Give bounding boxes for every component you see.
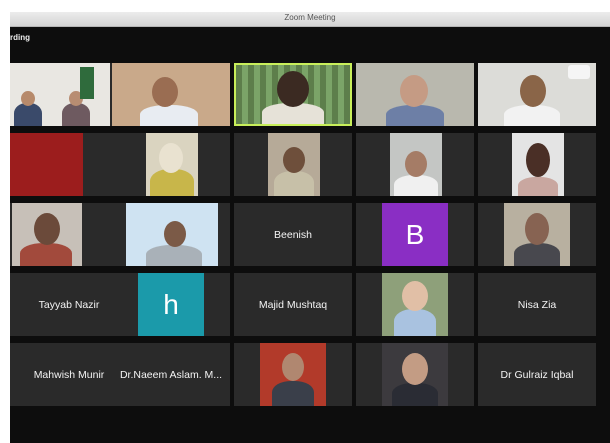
zoom-window: Zoom Meeting rding Beenish B Tayyab Nazi… xyxy=(10,12,610,443)
video-tile-11[interactable] xyxy=(10,203,128,266)
video-tile-8[interactable] xyxy=(234,133,352,196)
participant-video xyxy=(512,133,564,196)
video-tile-7[interactable] xyxy=(112,133,230,196)
participant-video xyxy=(126,203,218,266)
participant-video xyxy=(10,63,110,126)
video-tile-24[interactable] xyxy=(356,343,474,406)
name-tile-beenish[interactable]: Beenish xyxy=(234,203,352,266)
name-tile-tayyab-nazir[interactable]: Tayyab Nazir xyxy=(10,273,128,336)
participant-video xyxy=(260,343,326,406)
participant-video xyxy=(504,203,570,266)
participant-name: Dr Gulraiz Iqbal xyxy=(500,368,574,381)
participant-name: Beenish xyxy=(274,228,312,241)
video-tile-6[interactable] xyxy=(10,133,128,196)
recording-indicator: rding xyxy=(10,33,30,42)
participant-name: Tayyab Nazir xyxy=(38,298,100,311)
video-tile-12[interactable] xyxy=(112,203,230,266)
avatar: h xyxy=(138,273,204,336)
participant-video xyxy=(112,63,230,126)
window-title: Zoom Meeting xyxy=(284,13,336,22)
video-tile-4[interactable] xyxy=(356,63,474,126)
participant-name: Dr.Naeem Aslam. M... xyxy=(119,368,223,381)
bottom-bar xyxy=(10,413,610,443)
name-tile-dr-gulraiz-iqbal[interactable]: Dr Gulraiz Iqbal xyxy=(478,343,596,406)
participant-video xyxy=(390,133,442,196)
name-tile-nisa-zia[interactable]: Nisa Zia xyxy=(478,273,596,336)
avatar: B xyxy=(382,203,448,266)
video-tile-active-speaker[interactable] xyxy=(234,63,352,126)
name-tile-majid-mushtaq[interactable]: Majid Mushtaq xyxy=(234,273,352,336)
participant-video xyxy=(382,273,448,336)
participant-video xyxy=(478,63,596,126)
participant-name: Mahwish Munir xyxy=(33,368,105,381)
participant-video xyxy=(146,133,198,196)
participant-name: Majid Mushtaq xyxy=(258,298,328,311)
participant-video xyxy=(236,65,350,124)
participant-video xyxy=(382,343,448,406)
name-tile-mahwish-munir[interactable]: Mahwish Munir xyxy=(10,343,128,406)
title-bar[interactable]: Zoom Meeting xyxy=(10,12,610,27)
participant-video xyxy=(268,133,320,196)
participant-video xyxy=(12,203,82,266)
video-tile-19[interactable] xyxy=(356,273,474,336)
participant-video xyxy=(10,133,83,196)
video-tile-2[interactable] xyxy=(112,63,230,126)
video-tile-15[interactable] xyxy=(478,203,596,266)
video-tile-23[interactable] xyxy=(234,343,352,406)
name-tile-dr-naeem-aslam[interactable]: Dr.Naeem Aslam. M... xyxy=(112,343,230,406)
video-tile-9[interactable] xyxy=(356,133,474,196)
video-tile-1[interactable] xyxy=(10,63,128,126)
participant-video xyxy=(356,63,474,126)
participant-name: Nisa Zia xyxy=(517,298,557,311)
video-tile-10[interactable] xyxy=(478,133,596,196)
avatar-tile-b[interactable]: B xyxy=(356,203,474,266)
avatar-tile-h[interactable]: h xyxy=(112,273,230,336)
video-tile-5[interactable] xyxy=(478,63,596,126)
